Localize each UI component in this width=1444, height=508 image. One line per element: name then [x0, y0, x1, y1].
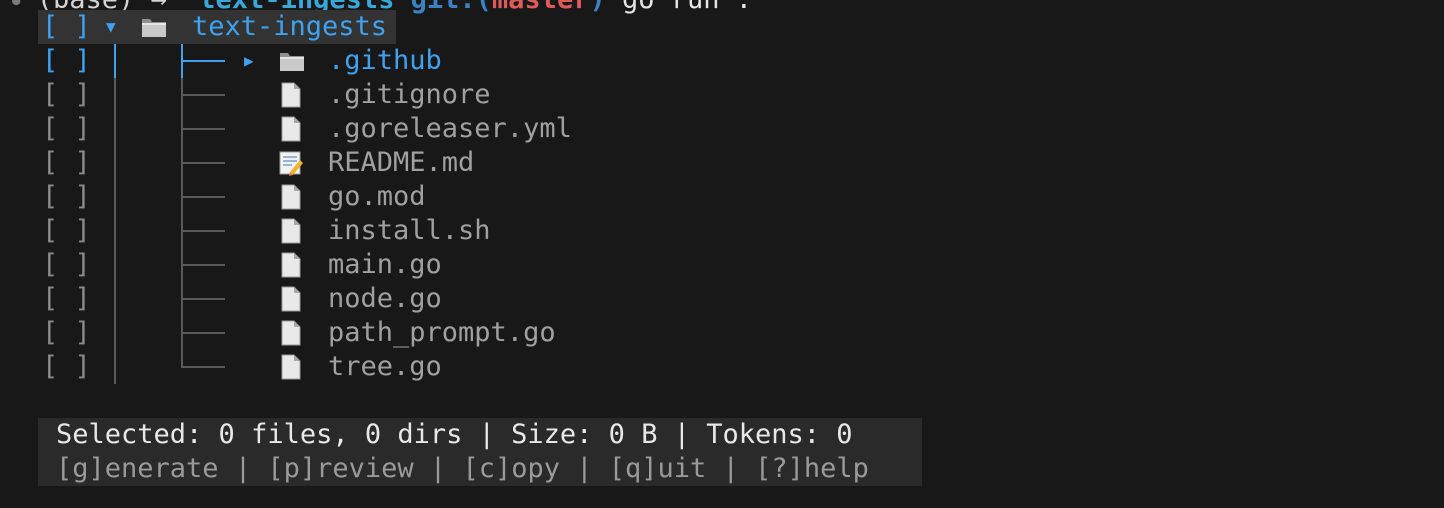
status-bar: Selected: 0 files, 0 dirs | Size: 0 B | … — [38, 418, 922, 486]
tree-guide-line — [114, 282, 116, 316]
file-icon — [278, 82, 304, 108]
expand-down-icon[interactable]: ▼ — [106, 10, 116, 44]
file-icon — [278, 184, 304, 210]
prompt-dot-icon: ● — [12, 0, 21, 9]
item-name: node.go — [328, 283, 442, 314]
tree-row[interactable]: [ ] node.go — [0, 282, 1444, 316]
key-hint: [c]opy — [462, 453, 560, 484]
item-name: .goreleaser.yml — [328, 113, 572, 144]
tree-row[interactable]: [ ] ▶ .github — [0, 44, 1444, 78]
root-folder-name: text-ingests — [192, 11, 388, 42]
key-hint: [?]help — [755, 453, 869, 484]
key-separator: | — [413, 453, 463, 484]
tree-row[interactable]: [ ] README.md — [0, 146, 1444, 180]
tree-row[interactable]: [ ] .goreleaser.yml — [0, 112, 1444, 146]
item-name: README.md — [328, 147, 475, 178]
file-icon — [278, 320, 304, 346]
tree-branch-connector — [181, 180, 225, 214]
tree-branch-connector — [181, 214, 225, 248]
tree-row[interactable]: [ ] install.sh — [0, 214, 1444, 248]
keybinding-help: [g]enerate | [p]review | [c]opy | [q]uit… — [56, 452, 869, 486]
tree-guide-line — [114, 112, 116, 146]
file-icon — [278, 252, 304, 278]
tree-guide-line — [114, 214, 116, 248]
tree-row[interactable]: [ ] path_prompt.go — [0, 316, 1444, 350]
item-checkbox[interactable]: [ ] — [42, 112, 91, 146]
item-name: path_prompt.go — [328, 317, 556, 348]
item-name: go.mod — [328, 181, 426, 212]
tree-branch-connector — [181, 282, 225, 316]
item-checkbox[interactable]: [ ] — [42, 44, 91, 78]
tree-guide-line — [114, 146, 116, 180]
file-icon — [278, 218, 304, 244]
item-name: .github — [328, 45, 442, 76]
tree-row[interactable]: [ ] main.go — [0, 248, 1444, 282]
terminal-window: ● (base) → text-ingests git:(master) go … — [0, 0, 1444, 508]
tree-branch-connector — [181, 248, 225, 282]
tree-guide-line — [114, 44, 116, 78]
prompt-command: go run . — [622, 0, 752, 15]
item-checkbox[interactable]: [ ] — [42, 316, 91, 350]
item-checkbox[interactable]: [ ] — [42, 350, 91, 384]
key-separator: | — [559, 453, 609, 484]
item-checkbox[interactable]: [ ] — [42, 214, 91, 248]
tree-branch-connector — [181, 316, 225, 350]
file-icon — [278, 354, 304, 380]
prompt-git-close: ) — [589, 0, 605, 15]
item-checkbox[interactable]: [ ] — [42, 180, 91, 214]
item-name: tree.go — [328, 351, 442, 382]
root-checkbox[interactable]: [ ] — [42, 10, 91, 44]
item-name: install.sh — [328, 215, 491, 246]
selection-summary: Selected: 0 files, 0 dirs | Size: 0 B | … — [56, 419, 853, 450]
key-separator: | — [706, 453, 756, 484]
tree-row[interactable]: [ ] go.mod — [0, 180, 1444, 214]
file-icon — [278, 116, 304, 142]
tree-guide-line — [114, 180, 116, 214]
key-hint: [g]enerate — [56, 453, 219, 484]
tree-branch-connector — [181, 350, 225, 384]
tree-branch-connector — [181, 112, 225, 146]
key-hint: [q]uit — [608, 453, 707, 484]
tree-guide-line — [114, 78, 116, 112]
item-name: main.go — [328, 249, 442, 280]
tree-branch-connector — [181, 146, 225, 180]
tree-guide-line — [114, 316, 116, 350]
folder-icon — [140, 14, 168, 40]
file-icon — [278, 286, 304, 312]
item-checkbox[interactable]: [ ] — [42, 78, 91, 112]
item-checkbox[interactable]: [ ] — [42, 282, 91, 316]
item-checkbox[interactable]: [ ] — [42, 146, 91, 180]
prompt-git-label: git:( — [411, 0, 492, 15]
prompt-branch: master — [492, 0, 590, 15]
tree-guide-line — [114, 248, 116, 282]
tree-row[interactable]: [ ] tree.go — [0, 350, 1444, 384]
memo-icon — [278, 150, 304, 176]
key-separator: | — [218, 453, 268, 484]
item-checkbox[interactable]: [ ] — [42, 248, 91, 282]
tree-branch-connector — [181, 44, 225, 78]
tree-row[interactable]: [ ] .gitignore — [0, 78, 1444, 112]
key-hint: [p]review — [267, 453, 414, 484]
item-name: .gitignore — [328, 79, 491, 110]
tree-guide-line — [114, 350, 116, 384]
folder-icon — [278, 48, 304, 74]
tree-root-row[interactable]: [ ] ▼ text-ingests — [38, 10, 396, 44]
tree-branch-connector — [181, 78, 225, 112]
expand-right-icon[interactable]: ▶ — [244, 44, 254, 78]
